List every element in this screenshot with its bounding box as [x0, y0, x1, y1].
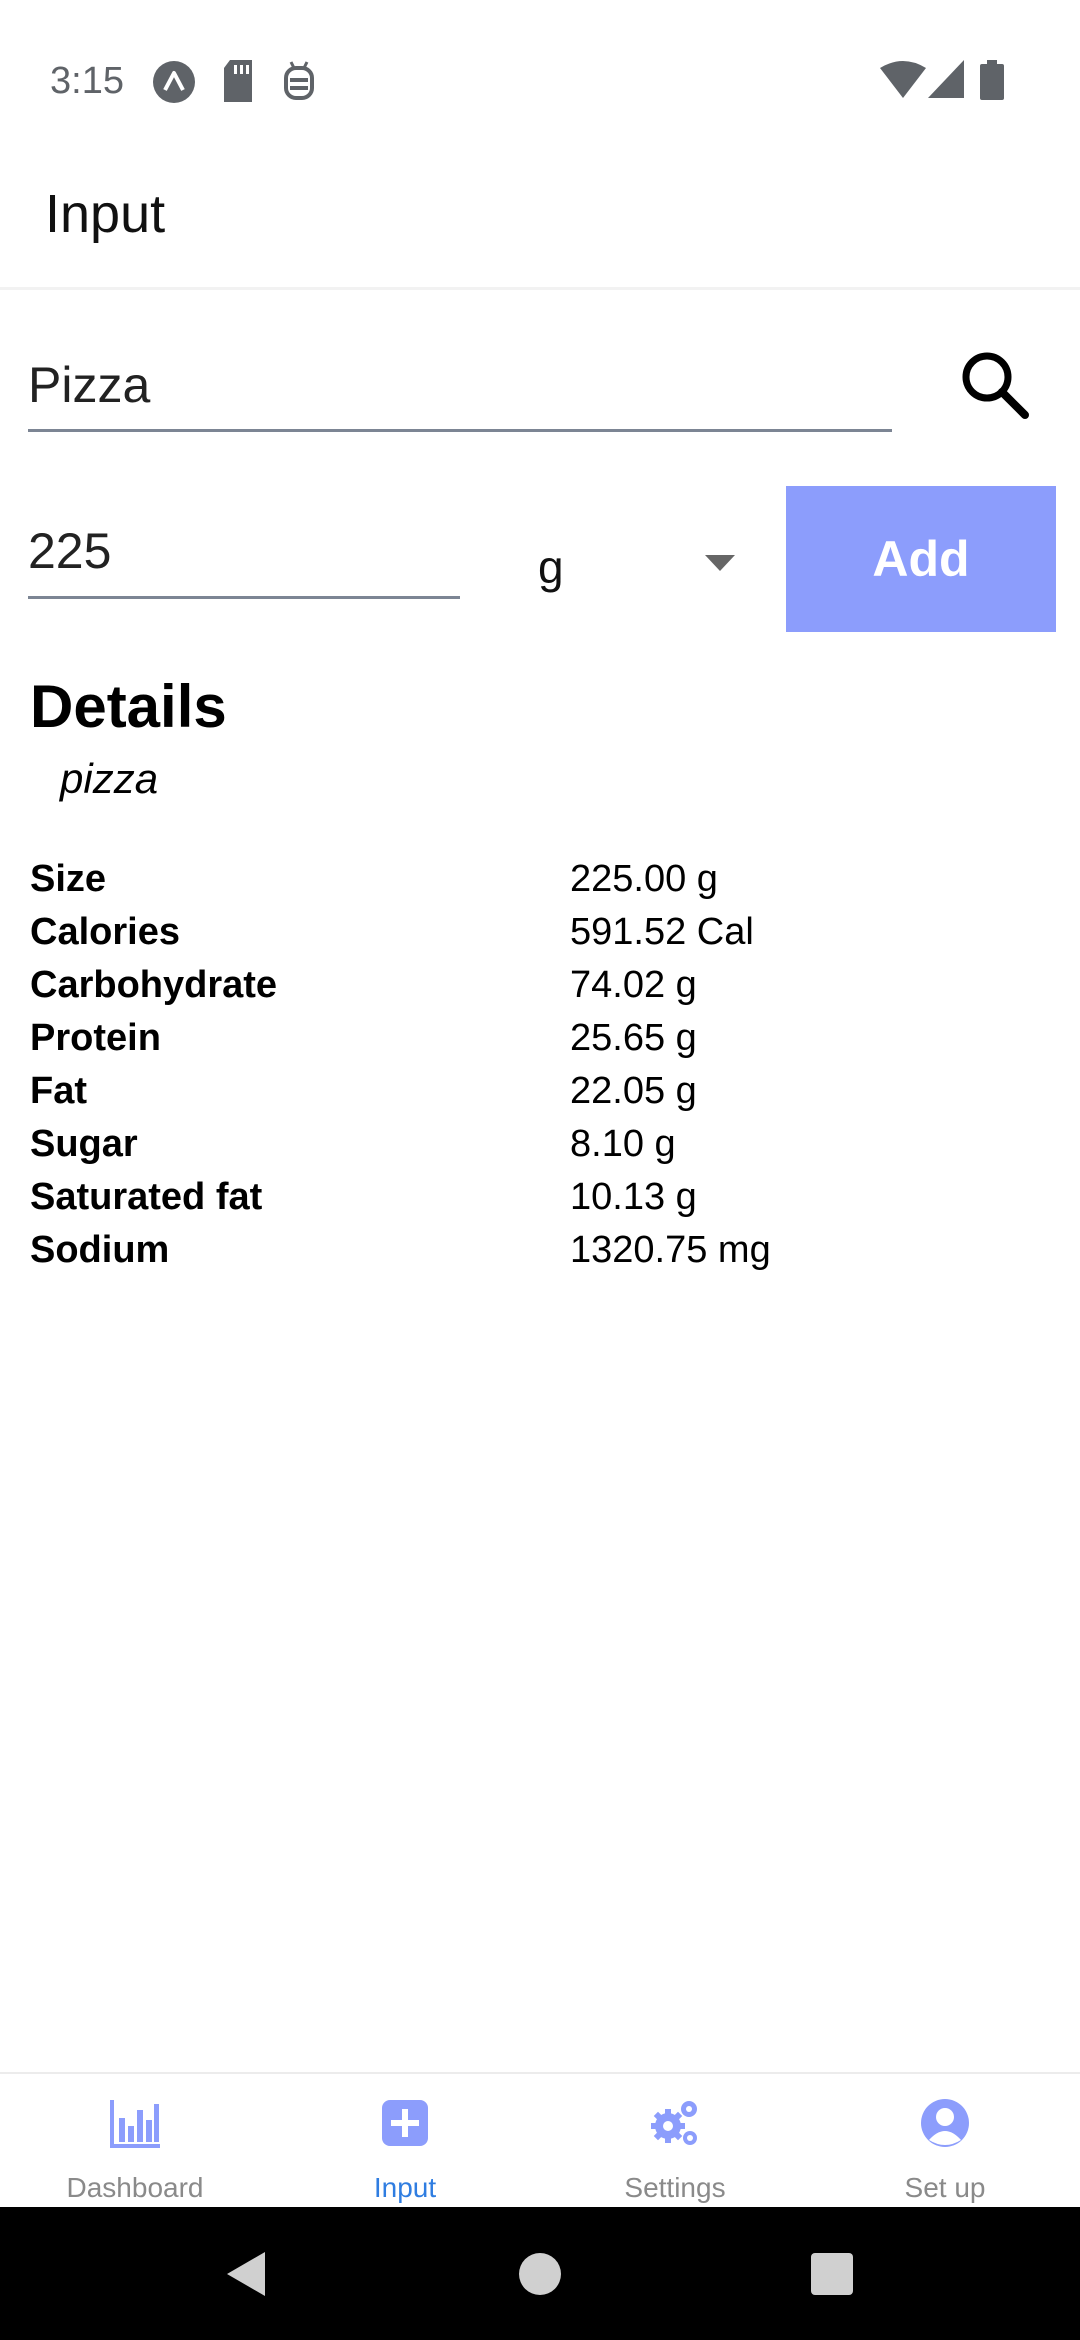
nutrient-list: Size 225.00 g Calories 591.52 Cal Carboh…	[30, 853, 1030, 1277]
app-bar: Input	[0, 165, 1080, 290]
home-button[interactable]	[480, 2207, 600, 2340]
cell-signal-icon	[928, 60, 964, 98]
nav-label: Settings	[624, 2172, 726, 2203]
unit-dropdown[interactable]: g	[520, 515, 750, 610]
nutrient-label: Saturated fat	[30, 1176, 263, 1218]
nutrient-label: Fat	[30, 1070, 87, 1112]
back-button[interactable]	[185, 2207, 305, 2340]
gears-icon	[651, 2101, 697, 2145]
nutrient-label: Carbohydrate	[30, 964, 278, 1006]
nutrient-value: 25.65 g	[570, 1017, 697, 1059]
nutrient-row: Sugar 8.10 g	[30, 1118, 1030, 1171]
nav-label: Input	[373, 2172, 437, 2203]
bar-chart-icon	[110, 2100, 160, 2148]
add-button[interactable]: Add	[786, 486, 1056, 632]
user-circle-icon	[921, 2099, 969, 2147]
nav-item-input[interactable]: Input	[270, 2074, 540, 2209]
unit-selected-value: g	[538, 541, 564, 593]
nutrient-label: Protein	[30, 1017, 161, 1059]
system-nav-bar	[0, 2207, 1080, 2340]
nutrient-value: 10.13 g	[570, 1176, 697, 1218]
home-icon	[519, 2253, 561, 2295]
nutrient-row: Saturated fat 10.13 g	[30, 1171, 1030, 1224]
nav-item-dashboard[interactable]: Dashboard	[0, 2074, 270, 2209]
nav-item-setup[interactable]: Set up	[810, 2074, 1080, 2209]
search-icon[interactable]	[955, 345, 1035, 425]
nav-label: Set up	[904, 2172, 986, 2203]
food-search-input[interactable]	[28, 340, 892, 432]
plus-square-icon	[382, 2100, 428, 2146]
food-name: pizza	[60, 755, 159, 802]
nutrient-row: Calories 591.52 Cal	[30, 906, 1030, 959]
nutrient-value: 591.52 Cal	[570, 911, 754, 953]
android-debug-icon	[284, 61, 314, 100]
nutrient-row: Sodium 1320.75 mg	[30, 1224, 1030, 1277]
page-title: Input	[45, 184, 166, 244]
nav-label: Dashboard	[66, 2172, 204, 2203]
sd-card-icon	[224, 60, 252, 102]
recents-button[interactable]	[772, 2207, 892, 2340]
nutrient-label: Size	[30, 858, 107, 900]
dropdown-arrow-icon	[705, 555, 735, 571]
nutrient-row: Protein 25.65 g	[30, 1012, 1030, 1065]
nutrient-label: Sodium	[30, 1229, 170, 1271]
nutrient-value: 8.10 g	[570, 1123, 676, 1165]
nutrient-value: 1320.75 mg	[570, 1229, 771, 1271]
bottom-nav: Dashboard Input Settings Set up	[0, 2072, 1080, 2207]
details-heading: Details	[30, 673, 227, 740]
screen: 3:15 Input Pizza 225 g Add Details pizza…	[0, 0, 1080, 2340]
nutrient-row: Carbohydrate 74.02 g	[30, 959, 1030, 1012]
nutrient-label: Calories	[30, 911, 180, 953]
amount-input[interactable]	[28, 505, 460, 599]
status-time: 3:15	[50, 60, 124, 102]
nutrient-row: Size 225.00 g	[30, 853, 1030, 906]
nutrient-value: 74.02 g	[570, 964, 697, 1006]
nav-item-settings[interactable]: Settings	[540, 2074, 810, 2209]
nutrient-value: 225.00 g	[570, 858, 718, 900]
nutrient-value: 22.05 g	[570, 1070, 697, 1112]
nutrient-label: Sugar	[30, 1123, 138, 1165]
back-icon	[227, 2252, 265, 2296]
recents-icon	[811, 2253, 853, 2295]
wifi-icon	[880, 61, 926, 98]
status-bar: 3:15	[0, 0, 1080, 165]
app-notification-icon	[153, 61, 195, 103]
nutrient-row: Fat 22.05 g	[30, 1065, 1030, 1118]
battery-icon	[980, 60, 1004, 100]
